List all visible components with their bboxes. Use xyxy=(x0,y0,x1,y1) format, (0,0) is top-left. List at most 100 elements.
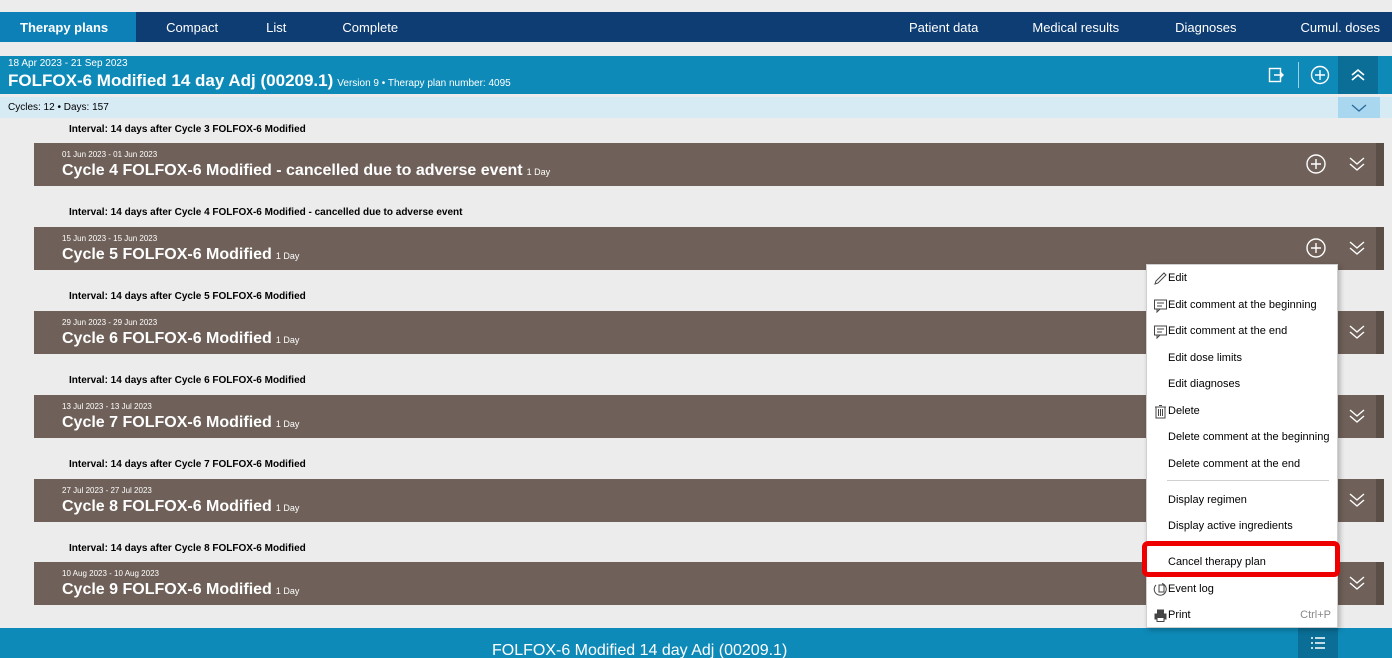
cycle-title: Cycle 6 FOLFOX-6 Modified 1 Day xyxy=(62,330,299,348)
tab-cumul-doses[interactable]: Cumul. doses xyxy=(1277,12,1392,42)
menu-item-event-log[interactable]: Event log xyxy=(1147,576,1337,602)
interval-text: Interval: 14 days after Cycle 7 FOLFOX-6… xyxy=(69,459,306,470)
cycle-title-text: Cycle 9 FOLFOX-6 Modified xyxy=(62,581,272,598)
tab-compact[interactable]: Compact xyxy=(136,12,232,42)
export-icon xyxy=(1268,67,1284,83)
menu-item-print[interactable]: Print Ctrl+P xyxy=(1147,602,1337,628)
bottom-bar: FOLFOX-6 Modified 14 day Adj (00209.1) xyxy=(0,628,1392,658)
menu-item-label: Edit comment at the end xyxy=(1168,325,1288,337)
cycle-dates: 29 Jun 2023 - 29 Jun 2023 xyxy=(62,318,158,327)
double-chevron-down-icon[interactable] xyxy=(1346,321,1368,343)
tab-list[interactable]: List xyxy=(232,12,300,42)
menu-item-label: Edit comment at the beginning xyxy=(1168,299,1317,311)
tab-diagnoses[interactable]: Diagnoses xyxy=(1155,12,1276,42)
add-button[interactable] xyxy=(1302,56,1338,94)
cycle-title: Cycle 8 FOLFOX-6 Modified 1 Day xyxy=(62,498,299,516)
menu-item-edit-dose-limits[interactable]: Edit dose limits xyxy=(1147,345,1337,371)
cycle-title: Cycle 5 FOLFOX-6 Modified 1 Day xyxy=(62,246,299,264)
menu-item-edit-comment-beginning[interactable]: Edit comment at the beginning xyxy=(1147,292,1337,318)
menu-item-display-active-ingredients[interactable]: Display active ingredients xyxy=(1147,513,1337,539)
bottom-title: FOLFOX-6 Modified 14 day Adj (00209.1) xyxy=(492,642,788,658)
comment-icon xyxy=(1154,299,1167,313)
menu-item-delete-comment-end[interactable]: Delete comment at the end xyxy=(1147,451,1337,477)
cycle-days: 1 Day xyxy=(275,586,300,596)
menu-item-label: Print xyxy=(1168,609,1191,621)
cycle-title: Cycle 4 FOLFOX-6 Modified - cancelled du… xyxy=(62,162,550,180)
cycle-title: Cycle 9 FOLFOX-6 Modified 1 Day xyxy=(62,581,299,599)
cycle-dates: 01 Jun 2023 - 01 Jun 2023 xyxy=(62,150,158,159)
collapse-button[interactable] xyxy=(1338,56,1378,94)
printer-icon xyxy=(1154,609,1167,622)
context-menu: Edit Edit comment at the beginning Edit … xyxy=(1146,264,1338,628)
menu-item-delete-comment-beginning[interactable]: Delete comment at the beginning xyxy=(1147,424,1337,450)
menu-item-edit[interactable]: Edit xyxy=(1147,265,1337,291)
menu-item-label: Edit diagnoses xyxy=(1168,378,1241,390)
tab-therapy-plans[interactable]: Therapy plans xyxy=(0,12,137,42)
list-menu-icon xyxy=(1311,637,1325,649)
cycle-title-text: Cycle 8 FOLFOX-6 Modified xyxy=(62,498,272,515)
menu-divider xyxy=(1167,480,1329,481)
tab-medical-results[interactable]: Medical results xyxy=(1002,12,1155,42)
double-chevron-down-icon[interactable] xyxy=(1346,572,1368,594)
menu-item-edit-comment-end[interactable]: Edit comment at the end xyxy=(1147,318,1337,344)
menu-item-display-regimen[interactable]: Display regimen xyxy=(1147,487,1337,513)
cycle-title: Cycle 7 FOLFOX-6 Modified 1 Day xyxy=(62,414,299,432)
trash-icon xyxy=(1155,405,1166,419)
cycles-summary: Cycles: 12 • Days: 157 xyxy=(8,102,109,113)
double-chevron-down-icon[interactable] xyxy=(1346,489,1368,511)
plus-circle-icon[interactable] xyxy=(1305,237,1327,259)
plan-subtitle: Version 9 • Therapy plan number: 4095 xyxy=(337,78,511,89)
top-nav: Therapy plans Compact List Complete Pati… xyxy=(0,12,1392,42)
plan-title-text: FOLFOX-6 Modified 14 day Adj (00209.1) xyxy=(8,71,334,90)
double-chevron-down-icon[interactable] xyxy=(1346,153,1368,175)
cycle-days: 1 Day xyxy=(275,251,300,261)
plus-circle-icon xyxy=(1310,65,1330,85)
double-chevron-down-icon[interactable] xyxy=(1346,405,1368,427)
cycle-dates: 10 Aug 2023 - 10 Aug 2023 xyxy=(62,569,159,578)
interval-text: Interval: 14 days after Cycle 4 FOLFOX-6… xyxy=(69,207,463,218)
chevron-down-icon xyxy=(1351,104,1367,112)
event-log-icon xyxy=(1153,583,1167,596)
pencil-icon xyxy=(1154,272,1167,285)
export-button[interactable] xyxy=(1258,56,1294,94)
cycle-dates: 13 Jul 2023 - 13 Jul 2023 xyxy=(62,402,152,411)
cycle-dates: 27 Jul 2023 - 27 Jul 2023 xyxy=(62,486,152,495)
tab-complete[interactable]: Complete xyxy=(300,12,412,42)
menu-button[interactable] xyxy=(1298,628,1338,658)
menu-item-label: Edit xyxy=(1168,272,1187,284)
cycle-days: 1 Day xyxy=(275,419,300,429)
menu-item-label: Event log xyxy=(1168,583,1214,595)
plan-dates: 18 Apr 2023 - 21 Sep 2023 xyxy=(8,58,128,69)
menu-item-edit-diagnoses[interactable]: Edit diagnoses xyxy=(1147,371,1337,397)
menu-item-cancel-therapy-plan[interactable]: Cancel therapy plan xyxy=(1147,549,1337,575)
cycle-title-text: Cycle 5 FOLFOX-6 Modified xyxy=(62,246,272,263)
comment-icon xyxy=(1154,325,1167,339)
therapy-plan-header: 18 Apr 2023 - 21 Sep 2023 FOLFOX-6 Modif… xyxy=(0,56,1392,94)
cycle-days: 1 Day xyxy=(526,167,551,177)
cycle-row[interactable]: 01 Jun 2023 - 01 Jun 2023 Cycle 4 FOLFOX… xyxy=(34,143,1384,186)
menu-item-shortcut: Ctrl+P xyxy=(1300,609,1331,621)
cycle-days: 1 Day xyxy=(275,503,300,513)
cycle-title-text: Cycle 6 FOLFOX-6 Modified xyxy=(62,330,272,347)
cycle-dates: 15 Jun 2023 - 15 Jun 2023 xyxy=(62,234,158,243)
cycle-title-text: Cycle 4 FOLFOX-6 Modified - cancelled du… xyxy=(62,162,523,179)
menu-item-label: Delete comment at the end xyxy=(1168,458,1301,470)
expand-button[interactable] xyxy=(1338,97,1380,118)
cycle-days: 1 Day xyxy=(275,335,300,345)
double-chevron-up-icon xyxy=(1351,68,1365,81)
interval-text: Interval: 14 days after Cycle 8 FOLFOX-6… xyxy=(69,543,306,554)
menu-item-label: Delete xyxy=(1168,405,1200,417)
cycles-summary-bar: Cycles: 12 • Days: 157 xyxy=(0,97,1392,118)
menu-item-label: Delete comment at the beginning xyxy=(1168,431,1330,443)
plan-title: FOLFOX-6 Modified 14 day Adj (00209.1) Ve… xyxy=(8,71,511,91)
interval-text: Interval: 14 days after Cycle 5 FOLFOX-6… xyxy=(69,291,306,302)
cycle-title-text: Cycle 7 FOLFOX-6 Modified xyxy=(62,414,272,431)
menu-item-label: Edit dose limits xyxy=(1168,352,1242,364)
interval-text: Interval: 14 days after Cycle 3 FOLFOX-6… xyxy=(69,124,306,135)
menu-item-label: Display active ingredients xyxy=(1168,520,1293,532)
interval-text: Interval: 14 days after Cycle 6 FOLFOX-6… xyxy=(69,375,306,386)
double-chevron-down-icon[interactable] xyxy=(1346,237,1368,259)
plus-circle-icon[interactable] xyxy=(1305,153,1327,175)
menu-item-delete[interactable]: Delete xyxy=(1147,398,1337,424)
tab-patient-data[interactable]: Patient data xyxy=(885,12,1002,42)
